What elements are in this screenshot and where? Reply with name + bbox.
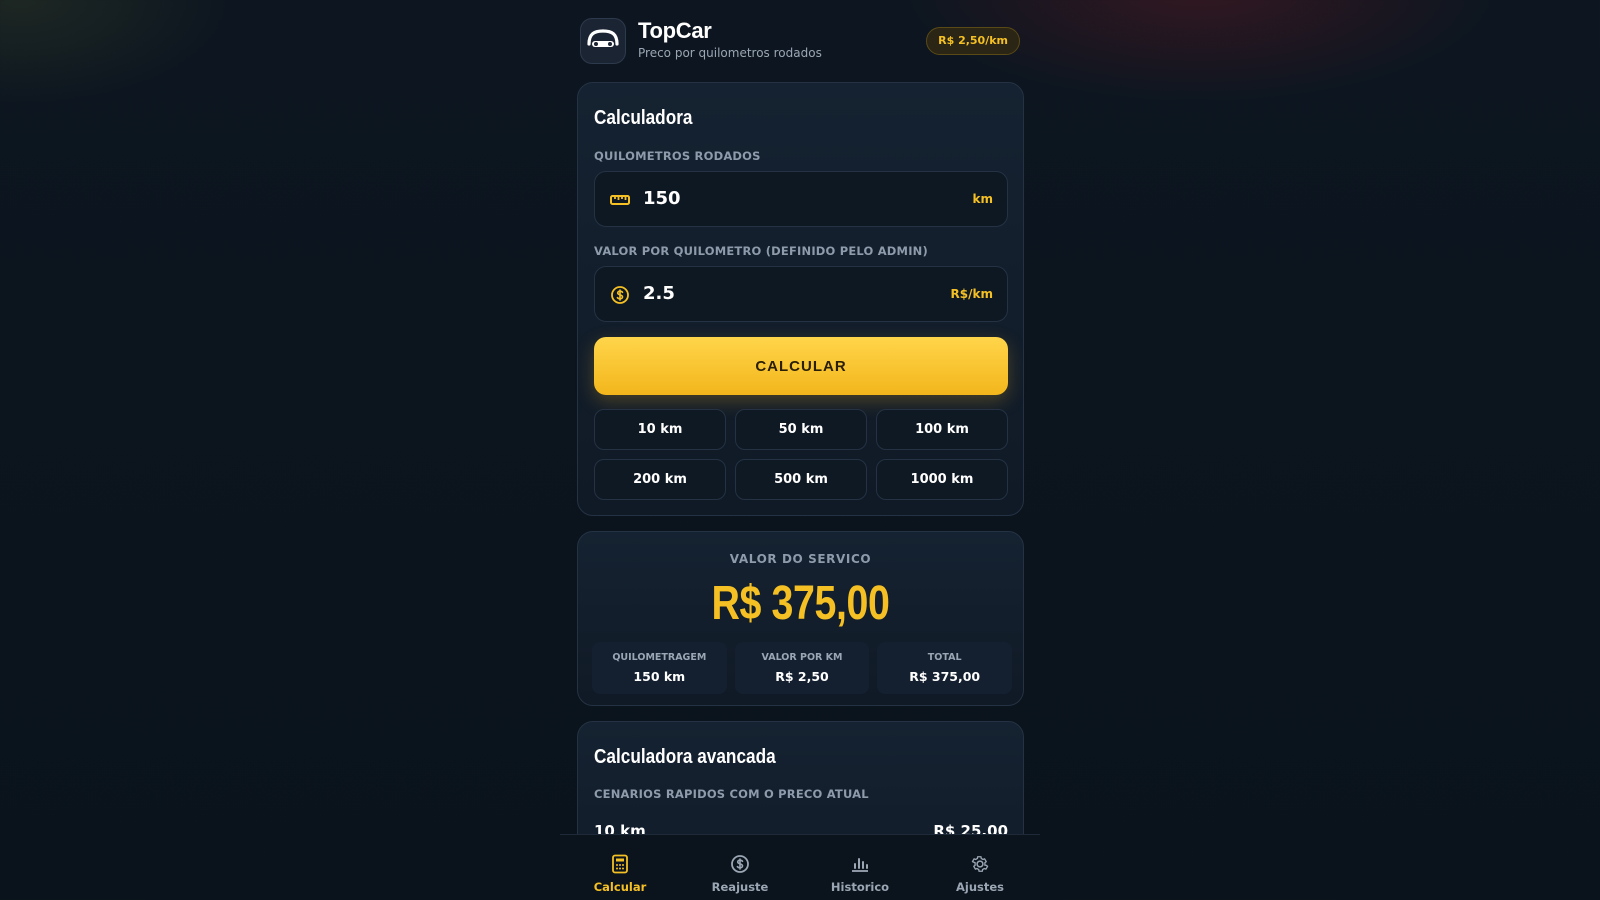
km-unit: km [972, 192, 993, 206]
preset-chip-10[interactable]: 10 km [594, 409, 726, 450]
preset-chip-500[interactable]: 500 km [735, 459, 867, 500]
advanced-title: Calculadora avancada [594, 746, 776, 768]
result-label: VALOR DO SERVICO [729, 552, 872, 566]
stat-value: R$ 2,50 [775, 669, 829, 684]
preset-chip-200[interactable]: 200 km [594, 459, 726, 500]
header: TopCar Preco por quilometros rodados R$ … [580, 18, 1020, 66]
stat-mileage: QUILOMETRAGEM 150 km [592, 642, 727, 694]
km-label: QUILOMETROS RODADOS [594, 149, 761, 163]
dollar-circle-icon [609, 284, 631, 306]
km-input[interactable]: 150 km [594, 171, 1008, 227]
nav-label: Calcular [593, 880, 647, 894]
preset-chip-50[interactable]: 50 km [735, 409, 867, 450]
nav-historico[interactable]: Historico [800, 835, 920, 900]
nav-ajustes[interactable]: Ajustes [920, 835, 1040, 900]
app-shell: TopCar Preco por quilometros rodados R$ … [560, 0, 1040, 900]
calculator-icon [609, 853, 631, 875]
car-icon [580, 18, 626, 64]
nav-reajuste[interactable]: Reajuste [680, 835, 800, 900]
rate-badge: R$ 2,50/km [926, 27, 1020, 55]
calculate-button[interactable]: CALCULAR [594, 337, 1008, 395]
dollar-circle-icon [729, 853, 751, 875]
calculator-title: Calculadora [594, 107, 693, 129]
preset-chips: 10 km 50 km 100 km 200 km 500 km 1000 km [594, 409, 1008, 500]
nav-label: Ajustes [955, 880, 1005, 894]
preset-chip-1000[interactable]: 1000 km [876, 459, 1008, 500]
preset-chip-100[interactable]: 100 km [876, 409, 1008, 450]
stat-value: 150 km [633, 669, 686, 684]
bar-chart-icon [849, 853, 871, 875]
price-label: VALOR POR QUILOMETRO (DEFINIDO PELO ADMI… [594, 244, 928, 258]
stat-key: QUILOMETRAGEM [612, 652, 707, 663]
price-input[interactable]: 2.5 R$/km [594, 266, 1008, 322]
app-subtitle: Preco por quilometros rodados [638, 46, 822, 60]
result-stats: QUILOMETRAGEM 150 km VALOR POR KM R$ 2,5… [592, 642, 1012, 694]
ruler-icon [609, 189, 631, 211]
gear-icon [969, 853, 991, 875]
stat-value: R$ 375,00 [909, 669, 981, 684]
advanced-subtitle: CENARIOS RAPIDOS COM O PRECO ATUAL [594, 787, 869, 801]
app-title: TopCar [638, 18, 712, 43]
stat-key: TOTAL [927, 652, 962, 663]
stat-total: TOTAL R$ 375,00 [877, 642, 1012, 694]
stat-price-per-km: VALOR POR KM R$ 2,50 [734, 642, 870, 694]
price-value[interactable]: 2.5 [643, 283, 675, 304]
nav-calcular[interactable]: Calcular [560, 835, 680, 900]
calculator-card: Calculadora QUILOMETROS RODADOS 150 km V… [577, 82, 1024, 516]
stat-key: VALOR POR KM [761, 652, 843, 663]
price-unit: R$/km [950, 287, 993, 301]
bottom-nav: Calcular Reajuste Historico Ajustes [560, 834, 1040, 900]
result-card: VALOR DO SERVICO R$ 375,00 QUILOMETRAGEM… [577, 531, 1024, 706]
km-value[interactable]: 150 [643, 188, 681, 209]
nav-label: Historico [830, 880, 890, 894]
result-value: R$ 375,00 [711, 577, 890, 630]
nav-label: Reajuste [711, 880, 769, 894]
